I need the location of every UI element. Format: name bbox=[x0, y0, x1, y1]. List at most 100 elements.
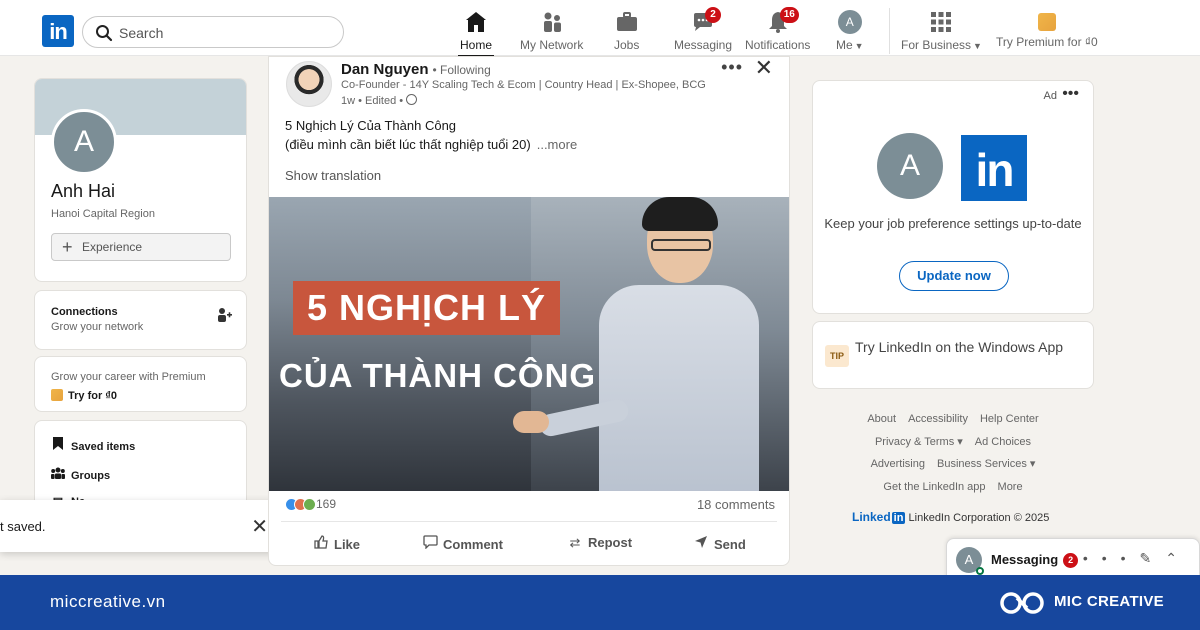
messaging-title-text: Messaging bbox=[991, 552, 1059, 567]
author-name: Dan Nguyen bbox=[341, 61, 429, 78]
linkedin-wordmark: Linked in bbox=[852, 510, 906, 524]
close-icon[interactable]: ✕ bbox=[755, 57, 773, 81]
groups-link[interactable]: Groups bbox=[51, 467, 110, 482]
post-time-text: 1w • Edited • bbox=[341, 95, 404, 107]
divider bbox=[281, 521, 777, 522]
toast-notification: t saved. ✕ bbox=[0, 500, 286, 552]
ad-avatar: A bbox=[877, 133, 943, 199]
footer-link[interactable]: More bbox=[998, 481, 1023, 493]
nav-divider bbox=[889, 8, 890, 54]
post-text-line1: 5 Nghịch Lý Của Thành Công bbox=[285, 118, 457, 133]
premium-card[interactable]: Grow your career with Premium Try for ₫0 bbox=[34, 356, 247, 412]
messaging-badge: 2 bbox=[705, 7, 722, 23]
linkedin-logo[interactable]: in bbox=[42, 15, 74, 47]
search-input[interactable] bbox=[119, 22, 329, 44]
repost-button[interactable]: ⇄ Repost bbox=[567, 535, 633, 551]
chevron-up-icon[interactable]: ⌃ bbox=[1165, 550, 1191, 566]
nav-try-premium[interactable]: Try Premium for ₫0 bbox=[996, 10, 1098, 49]
like-button[interactable]: Like bbox=[313, 535, 360, 552]
toast-text: t saved. bbox=[0, 519, 46, 534]
nav-me-label: Me bbox=[836, 38, 853, 52]
following-status: • Following bbox=[432, 63, 491, 77]
nav-notifications-icon-wrap: 16 bbox=[766, 7, 799, 34]
profile-avatar[interactable]: A bbox=[51, 109, 117, 175]
connections-card[interactable]: Connections Grow your network bbox=[34, 290, 247, 350]
like-label: Like bbox=[334, 537, 361, 552]
nav-me-label-wrap: Me ▼ bbox=[836, 38, 864, 52]
comments-count[interactable]: 18 comments bbox=[697, 497, 775, 512]
add-person-icon bbox=[218, 308, 232, 322]
send-button[interactable]: Send bbox=[693, 535, 746, 552]
nav-notifications[interactable]: 16 Notifications bbox=[745, 7, 810, 52]
nav-messaging-label: Messaging bbox=[674, 38, 733, 52]
top-nav: in Home My Network Jobs 2 Messaging 16 N… bbox=[0, 0, 1200, 57]
repost-label: Repost bbox=[588, 535, 633, 550]
linkedin-logo: in bbox=[961, 135, 1027, 201]
image-person-hair bbox=[642, 197, 718, 231]
messaging-overlay[interactable]: A Messaging 2 •••✎⌃ bbox=[946, 538, 1200, 578]
footer-link[interactable]: Advertising bbox=[871, 458, 925, 470]
nav-jobs-label: Jobs bbox=[614, 38, 640, 52]
see-more-link[interactable]: ...more bbox=[537, 137, 577, 152]
nav-for-business[interactable]: For Business ▼ bbox=[901, 10, 982, 52]
saved-items-link[interactable]: Saved items bbox=[51, 437, 135, 453]
reactions-count: 169 bbox=[316, 497, 337, 511]
comment-label: Comment bbox=[443, 537, 503, 552]
more-options-icon[interactable]: ••• bbox=[1062, 85, 1079, 103]
nav-for-business-label: For Business bbox=[901, 38, 972, 52]
tip-card[interactable]: TIP Try LinkedIn on the Windows App bbox=[812, 321, 1094, 389]
more-options-icon[interactable]: ••• bbox=[721, 57, 743, 78]
add-experience-button[interactable]: + Experience bbox=[51, 233, 231, 261]
update-now-button[interactable]: Update now bbox=[899, 261, 1009, 291]
post-text-line2-body: (điều mình cần biết lúc thất nghiệp tuổi… bbox=[285, 137, 531, 152]
show-translation-link[interactable]: Show translation bbox=[285, 168, 381, 183]
search-box[interactable] bbox=[82, 16, 344, 48]
compose-icon[interactable]: ✎ bbox=[1140, 550, 1166, 566]
grid-icon bbox=[931, 12, 952, 32]
footer-link[interactable]: About bbox=[867, 413, 896, 425]
experience-label: Experience bbox=[82, 240, 143, 254]
footer-link[interactable]: Get the LinkedIn app bbox=[883, 481, 985, 493]
nav-messaging[interactable]: 2 Messaging bbox=[674, 7, 733, 52]
ad-card: Ad ••• A in Keep your job preference set… bbox=[812, 80, 1094, 314]
more-options-icon[interactable]: ••• bbox=[1083, 550, 1140, 566]
image-title-line2: CỦA THÀNH CÔNG bbox=[279, 357, 597, 394]
premium-cta[interactable]: Try for ₫0 bbox=[51, 389, 117, 402]
profile-location: Hanoi Capital Region bbox=[51, 208, 155, 220]
chevron-down-icon: ▼ bbox=[973, 41, 982, 51]
nav-jobs[interactable]: Jobs bbox=[614, 10, 639, 52]
premium-icon bbox=[1037, 13, 1056, 31]
nav-home[interactable]: Home bbox=[457, 10, 495, 57]
nav-me[interactable]: A Me ▼ bbox=[836, 10, 864, 52]
nav-home-label: Home bbox=[460, 38, 493, 52]
footer-copyright: Linked in LinkedIn Corporation © 2025 bbox=[852, 510, 1049, 524]
image-title-line1: 5 NGHỊCH LÝ bbox=[293, 281, 561, 335]
tip-badge: TIP bbox=[825, 345, 849, 367]
tip-text: Try LinkedIn on the Windows App bbox=[855, 339, 1064, 355]
author-avatar[interactable] bbox=[286, 61, 332, 107]
profile-name[interactable]: Anh Hai bbox=[51, 181, 115, 202]
footer-row: About Accessibility Help Center bbox=[812, 408, 1094, 431]
footer-link[interactable]: Privacy & Terms ▾ bbox=[875, 436, 963, 448]
post-image[interactable]: 5 NGHỊCH LÝ CỦA THÀNH CÔNG bbox=[269, 197, 789, 491]
footer-link[interactable]: Ad Choices bbox=[975, 436, 1031, 448]
nav-my-network[interactable]: My Network bbox=[520, 10, 583, 52]
groups-icon bbox=[51, 467, 65, 482]
footer-link[interactable]: Business Services ▾ bbox=[937, 458, 1035, 470]
footer-link[interactable]: Accessibility bbox=[908, 413, 968, 425]
brand-name: MIC CREATIVE bbox=[1054, 593, 1164, 610]
saved-items-label: Saved items bbox=[71, 441, 136, 453]
connections-title: Connections bbox=[51, 306, 118, 318]
messaging-title: Messaging 2 bbox=[991, 552, 1079, 568]
wordmark-text: Linked bbox=[852, 510, 891, 524]
post-author[interactable]: Dan Nguyen • Following bbox=[341, 61, 491, 78]
reactions-summary[interactable]: 169 bbox=[285, 497, 336, 514]
connections-subtitle: Grow your network bbox=[51, 321, 144, 333]
close-icon[interactable]: ✕ bbox=[251, 514, 268, 539]
chevron-down-icon: ▼ bbox=[854, 41, 864, 51]
footer-link[interactable]: Help Center bbox=[980, 413, 1039, 425]
author-headline: Co-Founder - 14Y Scaling Tech & Ecom | C… bbox=[341, 79, 706, 91]
comment-button[interactable]: Comment bbox=[422, 535, 503, 552]
comment-icon bbox=[422, 535, 438, 552]
online-status-icon bbox=[976, 567, 984, 575]
